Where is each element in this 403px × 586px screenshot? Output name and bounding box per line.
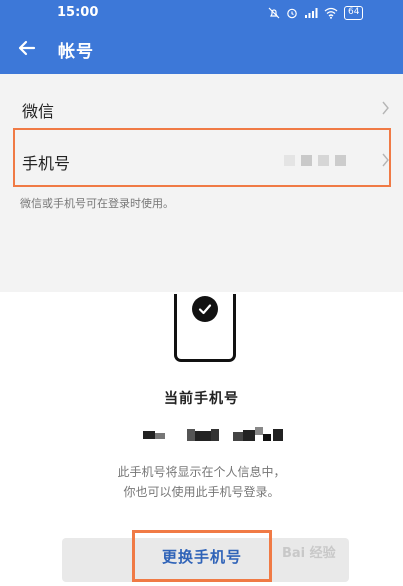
page-title: 帐号 — [58, 42, 94, 62]
wifi-icon — [324, 7, 338, 19]
status-icons: 64 — [268, 6, 364, 20]
description-line-1: 此手机号将显示在个人信息中， — [117, 465, 286, 479]
back-arrow-icon[interactable] — [16, 37, 38, 59]
nav-row: 帐号 — [0, 36, 403, 62]
battery-indicator: 64 — [344, 6, 364, 20]
alarm-icon — [287, 8, 297, 19]
check-icon — [192, 296, 218, 322]
current-phone-title: 当前手机号 — [164, 391, 239, 407]
status-bar: 15:00 64 — [0, 5, 403, 23]
top-bar: 15:00 64 帐号 — [0, 0, 403, 74]
change-phone-label: 更换手机号 — [161, 547, 242, 566]
settings-item-label: 微信 — [22, 102, 55, 121]
sheet-description: 此手机号将显示在个人信息中， 你也可以使用此手机号登录。 — [0, 462, 403, 502]
change-phone-button[interactable]: 更换手机号 — [132, 530, 272, 582]
masked-current-phone — [143, 427, 283, 441]
mute-bell-icon — [268, 7, 280, 19]
settings-hint: 微信或手机号可在登录时使用。 — [20, 197, 174, 210]
signal-icon — [305, 8, 318, 18]
status-time: 15:00 — [57, 5, 99, 20]
change-phone-sheet: 当前手机号 此手机号将显示在个人信息中， 你也可以使用此手机号登录。 更换手机号… — [0, 292, 403, 586]
chevron-right-icon — [382, 101, 389, 115]
highlight-box-phone — [13, 128, 391, 187]
description-line-2: 你也可以使用此手机号登录。 — [123, 485, 280, 499]
watermark: Bai 经验 — [282, 546, 336, 561]
